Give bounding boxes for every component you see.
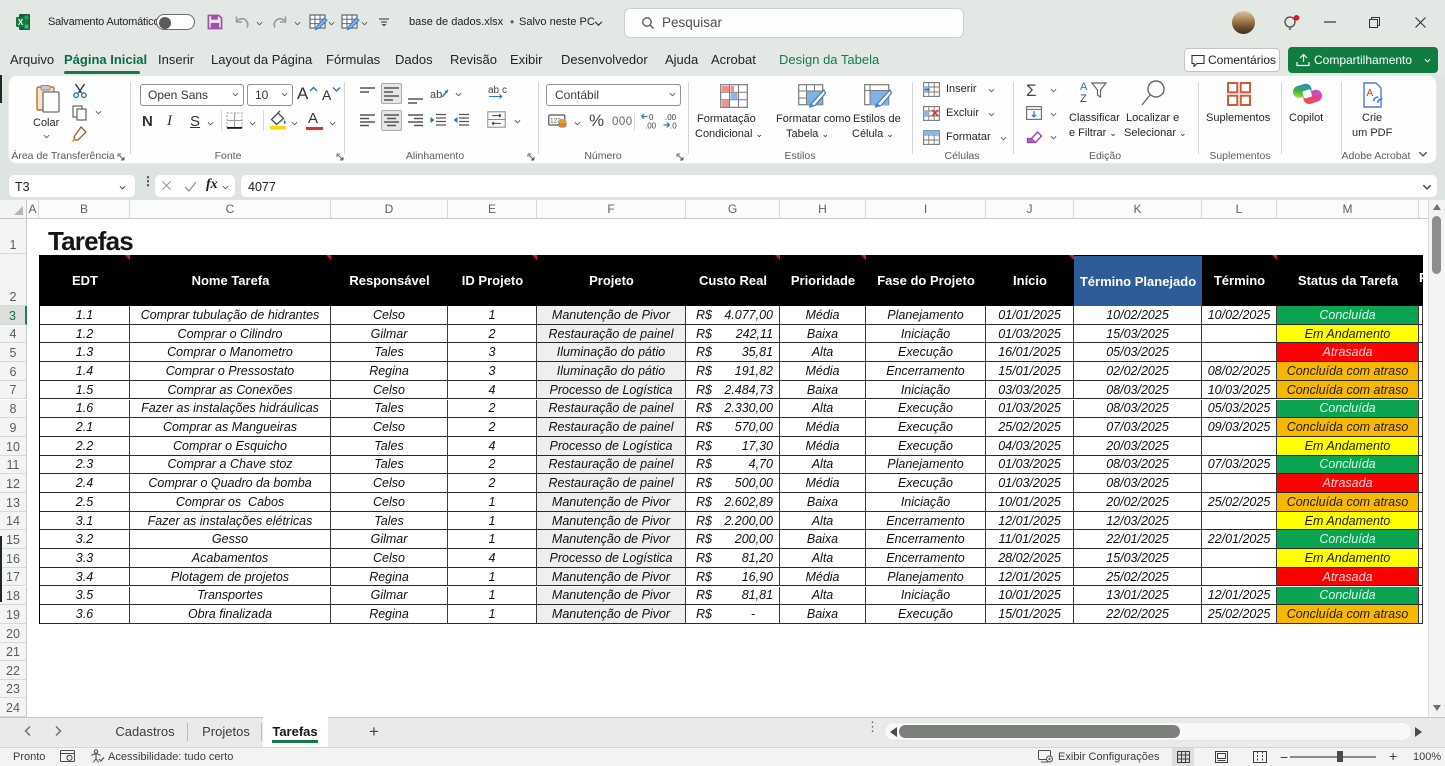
- svg-text:.0: .0: [670, 122, 677, 131]
- svg-text:c: c: [502, 85, 507, 96]
- svg-text:ab: ab: [430, 89, 442, 101]
- svg-text:A: A: [1080, 81, 1088, 93]
- svg-text:X: X: [18, 18, 24, 27]
- svg-text:.00: .00: [645, 122, 657, 131]
- svg-text:ab: ab: [488, 85, 500, 96]
- svg-text:Z: Z: [1080, 93, 1087, 105]
- svg-text:A: A: [1367, 88, 1374, 99]
